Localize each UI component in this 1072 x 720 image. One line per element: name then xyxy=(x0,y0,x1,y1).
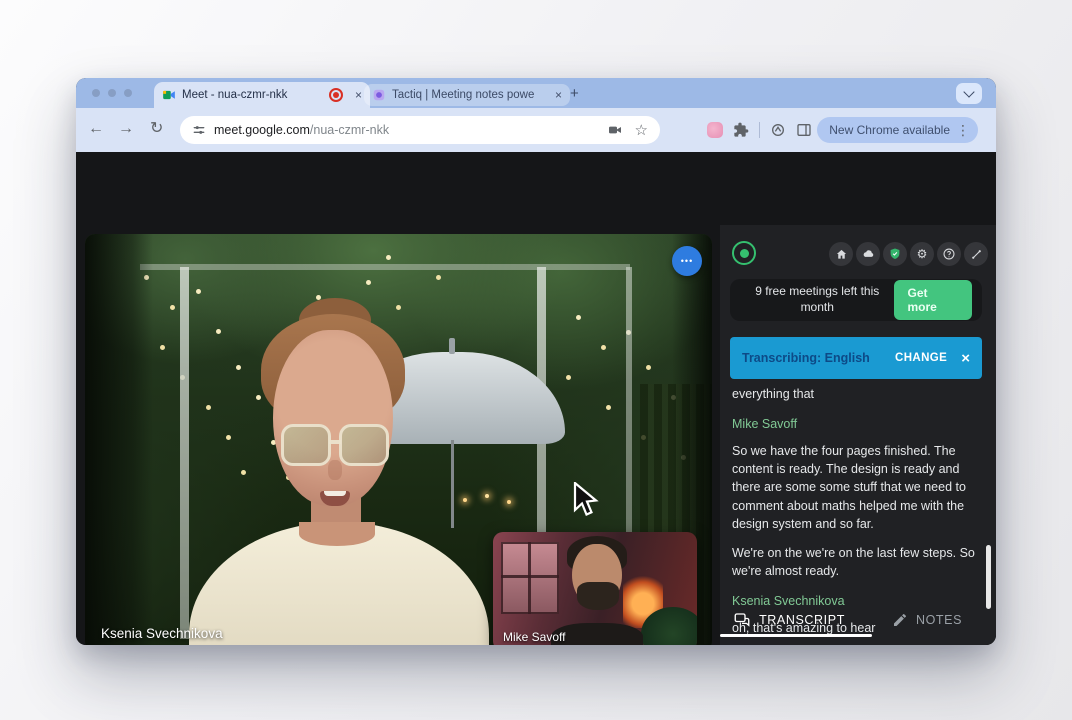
zoom-window-button[interactable] xyxy=(124,89,132,97)
tactiq-panel: ⚙ 9 free meetings left this month Get mo… xyxy=(720,225,996,645)
glasses-right-lens xyxy=(339,424,389,466)
tab-search-button[interactable] xyxy=(956,83,982,104)
url-host: meet.google.com xyxy=(214,123,310,137)
transcript-scrollbar[interactable] xyxy=(986,545,991,609)
door-frame xyxy=(180,267,189,639)
pip-window-backdrop xyxy=(501,542,559,614)
minimize-window-button[interactable] xyxy=(108,89,116,97)
pergola-beam xyxy=(140,264,630,270)
tab-close-icon[interactable]: × xyxy=(555,88,562,102)
tactiq-logo-icon xyxy=(732,241,756,265)
glasses-left-lens xyxy=(281,424,331,466)
main-video-tile[interactable]: Ksenia Svechnikova ••• Mike Savoff xyxy=(85,234,712,645)
close-window-button[interactable] xyxy=(92,89,100,97)
extension-icon[interactable] xyxy=(770,122,786,138)
participant-collar xyxy=(299,522,375,546)
forward-button[interactable]: → xyxy=(118,120,134,138)
mouse-cursor xyxy=(573,482,599,520)
tab-strip: Meet - nua-czmr-nkk × Tactiq | Meeting n… xyxy=(76,78,996,108)
umbrella-finial xyxy=(449,338,455,354)
chevron-down-icon xyxy=(963,86,974,97)
pin-panel-button[interactable] xyxy=(964,242,988,266)
tab-title: Tactiq | Meeting notes powe xyxy=(392,89,549,101)
privacy-shield-button[interactable] xyxy=(883,242,907,266)
recording-indicator-icon xyxy=(329,88,343,102)
shade-left xyxy=(85,234,153,645)
tab-meet[interactable]: Meet - nua-czmr-nkk × xyxy=(154,82,370,108)
home-button[interactable] xyxy=(829,242,853,266)
browser-toolbar: ← → ↻ meet.google.com/nua-czmr-nkk ☆ New… xyxy=(76,108,996,152)
tab-title: Meet - nua-czmr-nkk xyxy=(182,89,323,101)
transcribing-label: Transcribing: English xyxy=(742,351,870,365)
tab-transcript[interactable]: TRANSCRIPT xyxy=(720,606,858,634)
tab-notes[interactable]: NOTES xyxy=(858,606,996,634)
transcript-text: We're on the we're on the last few steps… xyxy=(732,544,978,580)
close-banner-icon[interactable]: × xyxy=(961,350,970,367)
pip-name-label: Mike Savoff xyxy=(503,630,565,644)
settings-gear-button[interactable]: ⚙ xyxy=(910,242,934,266)
pip-video-tile[interactable]: Mike Savoff xyxy=(493,532,697,645)
camera-permission-icon[interactable] xyxy=(607,122,623,138)
glasses-bridge xyxy=(329,440,341,444)
new-tab-button[interactable]: + xyxy=(570,85,579,102)
address-bar[interactable]: meet.google.com/nua-czmr-nkk ☆ xyxy=(180,116,660,144)
transcript-text: everything that xyxy=(732,385,978,403)
quota-card: 9 free meetings left this month Get more xyxy=(730,279,982,321)
side-panel-icon[interactable] xyxy=(796,122,812,138)
active-tab-underline xyxy=(720,634,872,637)
participant-name-label: Ksenia Svechnikova xyxy=(101,626,223,641)
panel-tabs: TRANSCRIPT NOTES xyxy=(720,606,996,634)
dots-icon: ••• xyxy=(681,256,693,266)
transcribing-banner: Transcribing: English CHANGE × xyxy=(730,337,982,379)
transcript-speaker: Mike Savoff xyxy=(732,417,978,431)
cloud-sync-button[interactable] xyxy=(856,242,880,266)
chat-icon xyxy=(733,611,751,629)
transcript-text: So we have the four pages finished. The … xyxy=(732,442,978,533)
quota-text: 9 free meetings left this month xyxy=(740,284,894,315)
extensions-puzzle-icon[interactable] xyxy=(733,122,749,138)
tab-close-icon[interactable]: × xyxy=(355,88,362,102)
tactiq-favicon xyxy=(372,88,386,102)
browser-menu-icon[interactable]: ⋮ xyxy=(956,122,970,139)
candles xyxy=(463,498,467,502)
site-settings-icon[interactable] xyxy=(192,123,206,137)
pencil-icon xyxy=(892,612,908,628)
help-button[interactable] xyxy=(937,242,961,266)
pip-participant-beard xyxy=(577,582,619,610)
chrome-update-button[interactable]: New Chrome available ⋮ xyxy=(817,117,978,143)
url-path: /nua-czmr-nkk xyxy=(310,123,389,137)
tactiq-extension-icon[interactable] xyxy=(707,122,723,138)
toolbar-divider xyxy=(759,122,760,138)
meet-favicon xyxy=(162,88,176,102)
bookmark-star-icon[interactable]: ☆ xyxy=(635,121,648,139)
chat-bubble-button[interactable]: ••• xyxy=(672,246,702,276)
meet-page: Ksenia Svechnikova ••• Mike Savoff nua-c… xyxy=(76,152,996,645)
update-label: New Chrome available xyxy=(829,123,950,137)
transcript-tab-label: TRANSCRIPT xyxy=(759,613,845,627)
back-button[interactable]: ← xyxy=(88,120,104,138)
browser-window: Meet - nua-czmr-nkk × Tactiq | Meeting n… xyxy=(76,78,996,645)
change-language-button[interactable]: CHANGE xyxy=(895,352,947,364)
umbrella-pole xyxy=(451,440,454,528)
reload-button[interactable]: ↻ xyxy=(150,120,163,138)
get-more-button[interactable]: Get more xyxy=(894,280,972,320)
notes-tab-label: NOTES xyxy=(916,613,962,627)
participant-nose xyxy=(328,460,342,480)
tab-tactiq[interactable]: Tactiq | Meeting notes powe × xyxy=(364,84,570,106)
